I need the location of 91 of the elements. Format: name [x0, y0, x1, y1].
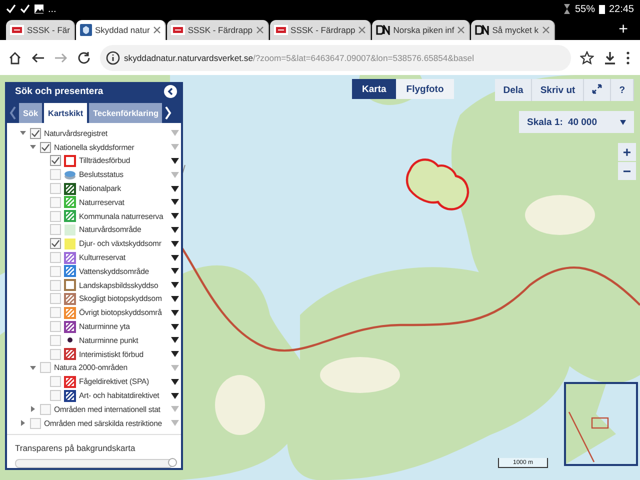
more-icon[interactable]	[626, 50, 630, 64]
layer-checkbox[interactable]	[40, 404, 51, 415]
info-icon	[106, 50, 120, 64]
layer-checkbox[interactable]	[50, 155, 61, 166]
map-mode-tab[interactable]: Karta	[352, 79, 396, 99]
dropdown-caret-icon[interactable]	[171, 392, 179, 398]
letters-icon	[376, 25, 390, 35]
dropdown-caret-icon[interactable]	[171, 324, 179, 330]
reload-icon[interactable]	[77, 50, 91, 64]
close-icon[interactable]	[152, 26, 161, 34]
panel-title: Sök och presentera	[15, 86, 104, 98]
star-icon[interactable]	[580, 50, 594, 64]
layer-checkbox[interactable]	[50, 280, 61, 291]
scale-dropdown[interactable]: Skala 1: 40 000	[519, 111, 634, 133]
expanded-caret-icon[interactable]	[29, 364, 37, 372]
layer-checkbox[interactable]	[50, 293, 61, 304]
dropdown-caret-icon[interactable]	[171, 199, 179, 206]
layer-checkbox[interactable]	[50, 390, 61, 401]
battery-percent: 55%	[574, 4, 595, 14]
new-tab-button[interactable]: +	[614, 20, 632, 40]
layer-checkbox[interactable]	[50, 196, 61, 208]
zoom-in-button[interactable]: +	[618, 143, 636, 161]
flag-icon	[10, 25, 24, 35]
layer-checkbox[interactable]	[50, 252, 61, 264]
flag-icon	[170, 25, 185, 35]
hourglass-icon	[562, 4, 571, 14]
layer-checkbox[interactable]	[50, 348, 61, 360]
battery-icon	[598, 4, 605, 14]
zoom-out-button[interactable]: −	[618, 162, 636, 180]
dropdown-caret-icon[interactable]	[171, 226, 179, 233]
collapsed-caret-icon[interactable]	[29, 405, 37, 414]
flag-icon	[274, 25, 288, 35]
back-icon[interactable]	[31, 50, 45, 64]
layer-checkbox[interactable]	[40, 142, 51, 153]
letters-icon	[475, 25, 490, 35]
dropdown-caret-icon[interactable]	[171, 158, 179, 164]
expanded-caret-icon[interactable]	[19, 129, 27, 138]
dropdown-caret-icon[interactable]	[171, 378, 179, 385]
layer-checkbox[interactable]	[50, 321, 61, 332]
collapse-icon[interactable]	[164, 85, 177, 98]
dropdown-caret-icon[interactable]	[171, 296, 179, 302]
check-icon	[51, 239, 60, 248]
layer-checkbox[interactable]	[30, 418, 41, 429]
dropdown-caret-icon[interactable]	[171, 213, 179, 220]
close-icon[interactable]	[542, 26, 550, 34]
layer-checkbox[interactable]	[50, 334, 61, 346]
caret-icon	[620, 120, 626, 124]
browser-tab[interactable]: SSSK - Färdrapp	[166, 20, 269, 40]
panel-tab[interactable]: Kartskikt	[44, 103, 88, 124]
clock: 22:45	[608, 4, 634, 14]
layer-checkbox[interactable]	[50, 183, 61, 194]
dropdown-caret-icon[interactable]	[171, 254, 179, 261]
dropdown-caret-icon[interactable]	[171, 268, 179, 274]
notification-more: ...	[48, 4, 56, 14]
layer-checkbox[interactable]	[50, 224, 61, 236]
layer-checkbox[interactable]	[50, 210, 61, 222]
browser-tab[interactable]: Så mycket k	[471, 20, 555, 40]
layer-checkbox[interactable]	[50, 169, 61, 180]
dropdown-caret-icon[interactable]	[171, 282, 179, 288]
layer-checkbox[interactable]	[50, 376, 61, 388]
address-field[interactable]: skyddadnatur.naturvardsverket.se/?zoom=5&lat=6463647.09007&lon=538576.65854&basel	[100, 44, 571, 70]
browser-tab[interactable]: SSSK - Färdrapp	[270, 20, 372, 40]
image-icon	[34, 4, 44, 14]
close-icon[interactable]	[256, 26, 264, 34]
slider-label: Transparens på bakgrundskarta	[15, 443, 136, 453]
download-icon[interactable]	[603, 50, 617, 64]
expanded-caret-icon[interactable]	[29, 143, 37, 152]
dropdown-caret-icon[interactable]	[171, 310, 179, 316]
map-mode-tab[interactable]: Flygfoto	[396, 79, 454, 99]
collapsed-caret-icon[interactable]	[19, 419, 27, 428]
browser-tab[interactable]: Norska piken inf	[372, 20, 470, 40]
shield-icon	[80, 24, 92, 36]
close-icon[interactable]	[457, 26, 466, 34]
layer-checkbox[interactable]	[50, 307, 61, 318]
chevron-right-icon[interactable]	[164, 106, 172, 120]
browser-tab[interactable]: Skyddad natur	[76, 20, 166, 40]
chevron-left-icon[interactable]	[9, 106, 17, 120]
expand-arrows-icon	[592, 84, 602, 94]
layer-checkbox[interactable]	[30, 128, 41, 139]
dropdown-caret-icon[interactable]	[171, 186, 179, 192]
slider-thumb[interactable]	[168, 458, 177, 467]
dropdown-caret-icon[interactable]	[171, 337, 179, 344]
layer-checkbox[interactable]	[50, 266, 61, 277]
dropdown-caret-icon[interactable]	[171, 351, 179, 358]
layer-checkbox[interactable]	[40, 362, 51, 374]
dropdown-caret-icon[interactable]	[171, 240, 179, 247]
close-icon[interactable]	[358, 26, 366, 34]
browser-tab[interactable]: SSSK - Fär	[6, 20, 75, 40]
layer-checkbox[interactable]	[50, 238, 61, 250]
forward-icon[interactable]	[54, 50, 68, 64]
home-icon[interactable]	[8, 50, 22, 64]
